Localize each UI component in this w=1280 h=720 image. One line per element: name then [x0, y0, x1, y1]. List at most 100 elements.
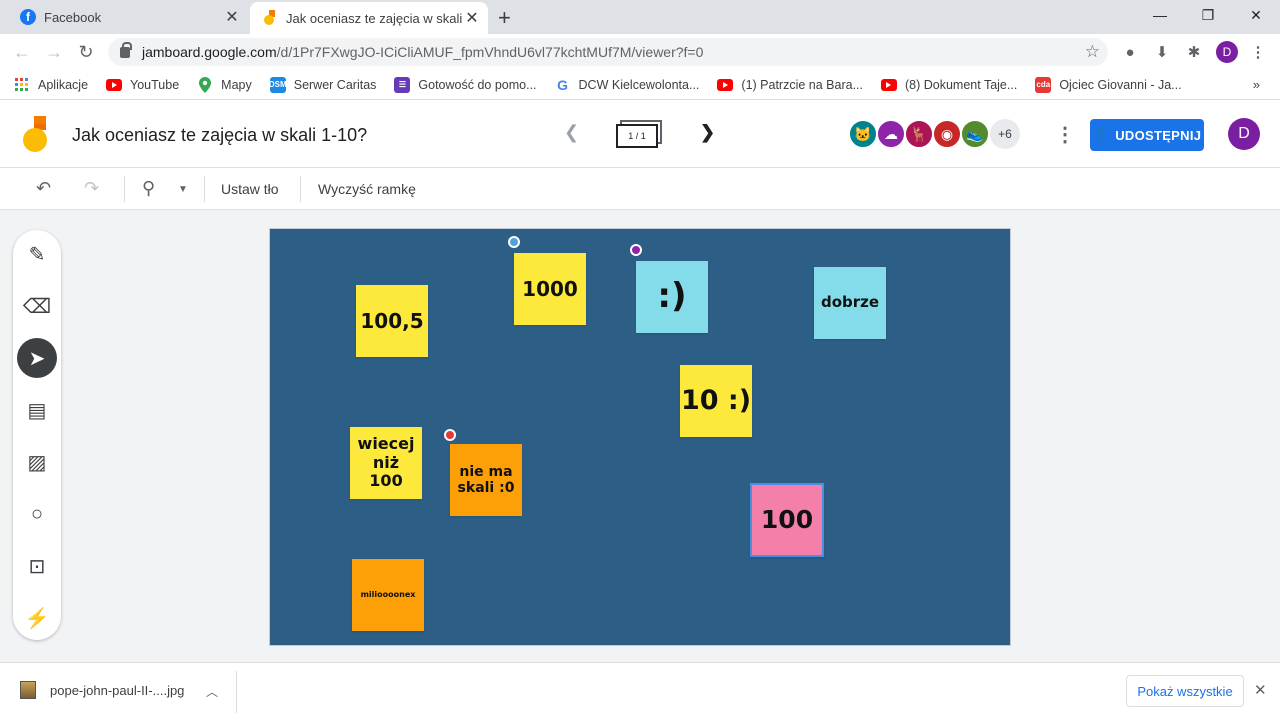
- forms-icon: ☰: [394, 76, 411, 93]
- pen-tool-icon[interactable]: ✎: [17, 234, 57, 274]
- sticky-note[interactable]: :): [636, 261, 708, 333]
- profile-avatar[interactable]: D: [1216, 41, 1238, 63]
- set-background-button[interactable]: Ustaw tło: [221, 181, 279, 197]
- close-downloads-icon[interactable]: ✕: [1254, 681, 1267, 699]
- bookmark-label: Aplikacje: [38, 77, 89, 92]
- collaborator-cursor-icon: [630, 244, 642, 256]
- more-options-icon[interactable]: ⋮: [1055, 122, 1075, 147]
- eraser-tool-icon[interactable]: ⌫: [17, 286, 57, 326]
- bookmark-label: Serwer Caritas: [293, 77, 377, 92]
- next-frame-icon[interactable]: ❯: [700, 122, 715, 143]
- bookmark-label: DCW Kielcewolonta...: [578, 77, 700, 92]
- jamboard-icon: [262, 10, 278, 26]
- youtube-icon: [880, 78, 897, 91]
- more-bookmarks-icon[interactable]: »: [1253, 77, 1260, 92]
- collaborator-cat-icon: 🐱: [848, 119, 878, 149]
- tool-palette: ✎ ⌫ ➤ ▤ ▨ ○ ⊡ ⚡: [13, 230, 61, 640]
- bookmark-youtube-3[interactable]: (8) Dokument Taje...: [880, 78, 1017, 92]
- bookmark-label: YouTube: [130, 77, 180, 92]
- sticky-note-selected[interactable]: 100: [750, 483, 824, 557]
- bookmark-forms[interactable]: ☰ Gotowość do pomo...: [394, 76, 537, 93]
- sticky-note[interactable]: milioooonex: [352, 559, 424, 631]
- bookmark-dcw[interactable]: G DCW Kielcewolonta...: [555, 76, 700, 93]
- sticky-note[interactable]: 100,5: [356, 285, 428, 357]
- download-extension-icon[interactable]: ⬇: [1152, 42, 1172, 62]
- tab-facebook[interactable]: f Facebook ✕: [8, 0, 248, 34]
- maps-icon: [197, 76, 213, 93]
- bookmark-label: Ojciec Giovanni - Ja...: [1059, 77, 1182, 92]
- undo-icon[interactable]: ↶: [36, 178, 51, 199]
- extension-icon[interactable]: ●: [1120, 42, 1140, 62]
- account-avatar[interactable]: D: [1228, 118, 1260, 150]
- youtube-icon: [717, 78, 734, 91]
- collaborator-animal-icon: 🦌: [904, 119, 934, 149]
- frame-indicator[interactable]: 1 / 1: [616, 120, 662, 148]
- bookmark-apps[interactable]: Aplikacje: [14, 77, 88, 93]
- reload-icon[interactable]: ↻: [74, 40, 98, 64]
- previous-frame-icon[interactable]: ❮: [564, 122, 579, 143]
- dsm-icon: DSM: [269, 76, 287, 93]
- sticky-note[interactable]: nie ma skali :0: [450, 444, 522, 516]
- work-area: ✎ ⌫ ➤ ▤ ▨ ○ ⊡ ⚡ 100,5 1000 :) dobrze 10 …: [0, 210, 1280, 662]
- downloads-divider: [236, 671, 237, 713]
- minimize-icon[interactable]: —: [1136, 0, 1184, 30]
- url-host: jamboard.google.com: [142, 44, 277, 60]
- url-path: /d/1Pr7FXwgJO-ICiCliAMUF_fpmVhndU6vl77kc…: [276, 44, 704, 60]
- bookmark-youtube[interactable]: YouTube: [106, 78, 179, 92]
- youtube-icon: [106, 78, 123, 91]
- sticky-note-tool-icon[interactable]: ▤: [17, 390, 57, 430]
- lock-icon: [120, 41, 132, 58]
- zoom-icon[interactable]: ⚲: [142, 178, 155, 199]
- bookmark-serwer-caritas[interactable]: DSM Serwer Caritas: [269, 76, 377, 93]
- download-item[interactable]: pope-john-paul-II-....jpg: [20, 681, 184, 699]
- forward-icon[interactable]: →: [42, 40, 66, 64]
- back-icon[interactable]: ←: [10, 40, 34, 64]
- collaborator-cursor-icon: [508, 236, 520, 248]
- tab-jamboard[interactable]: Jak oceniasz te zajęcia w skali 1-1 ✕: [250, 2, 488, 34]
- collaborator-cursor-icon: [444, 429, 456, 441]
- jamboard-header: Jak oceniasz te zajęcia w skali 1-10? ❮ …: [0, 100, 1280, 168]
- share-button[interactable]: 👤 UDOSTĘPNIJ: [1090, 119, 1204, 151]
- select-tool-icon[interactable]: ➤: [17, 338, 57, 378]
- facebook-icon: f: [20, 9, 36, 25]
- show-all-downloads-button[interactable]: Pokaż wszystkie: [1126, 675, 1244, 707]
- toolbar-divider: [300, 176, 301, 202]
- google-icon: G: [557, 76, 568, 93]
- sticky-note[interactable]: 10 :): [680, 365, 752, 437]
- board-title[interactable]: Jak oceniasz te zajęcia w skali 1-10?: [72, 125, 367, 146]
- collaborator-mask-icon: ◉: [932, 119, 962, 149]
- close-tab-icon[interactable]: ✕: [462, 8, 482, 28]
- new-tab-icon[interactable]: +: [498, 5, 511, 31]
- jamboard-logo-icon[interactable]: [22, 116, 52, 154]
- jamboard-toolbar: ↶ ↷ ⚲ ▼ Ustaw tło Wyczyść ramkę: [0, 168, 1280, 210]
- browser-tab-strip: f Facebook ✕ Jak oceniasz te zajęcia w s…: [0, 0, 1280, 34]
- text-box-tool-icon[interactable]: ⊡: [17, 546, 57, 586]
- puzzle-icon[interactable]: ✱: [1184, 42, 1204, 62]
- more-collaborators[interactable]: +6: [990, 119, 1020, 149]
- shape-tool-icon[interactable]: ○: [17, 494, 57, 534]
- sticky-note[interactable]: dobrze: [814, 267, 886, 339]
- bookmark-star-icon[interactable]: ☆: [1085, 42, 1100, 62]
- toolbar-divider: [204, 176, 205, 202]
- chevron-up-icon[interactable]: ︿: [206, 683, 218, 700]
- address-bar[interactable]: jamboard.google.com/d/1Pr7FXwgJO-ICiCliA…: [108, 38, 1108, 66]
- bookmark-label: Mapy: [221, 77, 252, 92]
- laser-tool-icon[interactable]: ⚡: [17, 598, 57, 638]
- sticky-note[interactable]: wiecej niż 100: [350, 427, 422, 499]
- bookmark-youtube-2[interactable]: (1) Patrzcie na Bara...: [717, 78, 863, 92]
- jam-canvas[interactable]: 100,5 1000 :) dobrze 10 :) wiecej niż 10…: [269, 228, 1011, 646]
- window-close-icon[interactable]: ✕: [1232, 0, 1280, 30]
- zoom-dropdown-icon[interactable]: ▼: [178, 184, 188, 195]
- close-tab-icon[interactable]: ✕: [222, 7, 242, 27]
- bookmark-label: Gotowość do pomo...: [418, 77, 537, 92]
- bookmark-maps[interactable]: Mapy: [197, 76, 252, 93]
- collaborator-shoe-icon: 👟: [960, 119, 990, 149]
- bookmark-label: (1) Patrzcie na Bara...: [741, 77, 863, 92]
- restore-icon[interactable]: ❐: [1184, 0, 1232, 30]
- browser-menu-icon[interactable]: ⋮: [1248, 42, 1268, 62]
- bookmark-cda[interactable]: cda Ojciec Giovanni - Ja...: [1035, 76, 1182, 93]
- sticky-note[interactable]: 1000: [514, 253, 586, 325]
- clear-frame-button[interactable]: Wyczyść ramkę: [318, 181, 416, 197]
- redo-icon[interactable]: ↷: [84, 178, 99, 199]
- image-tool-icon[interactable]: ▨: [17, 442, 57, 482]
